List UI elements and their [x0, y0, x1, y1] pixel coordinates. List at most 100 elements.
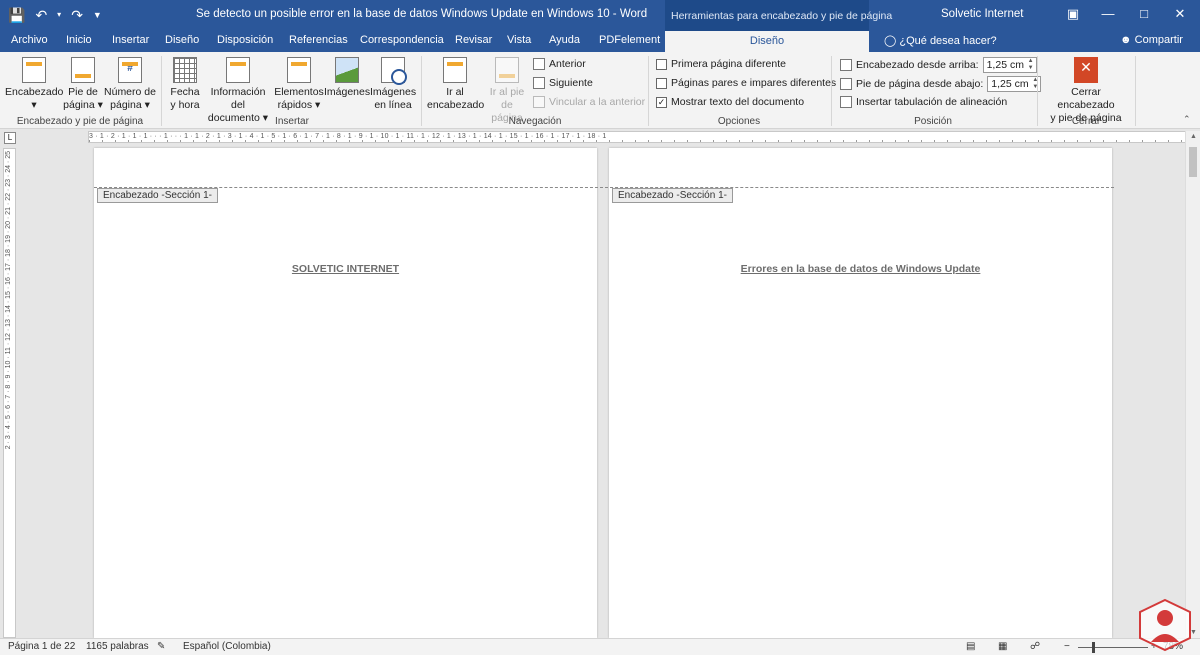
scroll-thumb[interactable] — [1189, 147, 1197, 177]
tab-selector[interactable]: L — [4, 132, 16, 144]
go-to-header-button[interactable]: Ir al encabezado — [427, 57, 484, 112]
save-icon[interactable]: 💾 — [8, 6, 25, 24]
lightbulb-icon: ◯ — [884, 35, 897, 47]
quick-access-toolbar: 💾 ↶ ▾ ↷ ▼ — [8, 6, 102, 24]
page-2[interactable] — [609, 148, 1112, 638]
group-label-position: Posición — [914, 116, 952, 127]
different-odd-even-checkbox[interactable]: Páginas pares e impares diferentes — [656, 77, 836, 89]
tab-vista[interactable]: Vista — [507, 34, 531, 46]
group-label-navigation: Navegación — [508, 116, 562, 127]
horizontal-ruler[interactable]: 3 · 1 · 2 · 1 · 1 · 1 · · · 1 · · · 1 · … — [88, 131, 1188, 143]
tell-me-label: ¿Qué desea hacer? — [899, 35, 997, 47]
link-icon — [533, 96, 545, 108]
quick-parts-button[interactable]: Elementos rápidos ▾ — [274, 57, 324, 112]
group-label-insert: Insertar — [275, 116, 309, 127]
scroll-up-icon[interactable]: ▲ — [1186, 133, 1200, 140]
tab-diseno-contextual[interactable]: Diseño — [665, 31, 869, 52]
page-count[interactable]: Página 1 de 22 — [8, 641, 75, 652]
read-mode-icon[interactable]: ▤ — [966, 641, 975, 652]
tab-archivo[interactable]: Archivo — [11, 34, 48, 46]
tab-ayuda[interactable]: Ayuda — [549, 34, 580, 46]
header-boundary-line — [94, 187, 1114, 188]
user-name[interactable]: Solvetic Internet — [941, 8, 1023, 20]
language[interactable]: Español (Colombia) — [183, 641, 271, 652]
group-separator — [831, 56, 832, 126]
page-number-icon: # — [118, 57, 142, 83]
close-window-icon[interactable]: ✕ — [1162, 4, 1198, 24]
redo-icon[interactable]: ↷ — [71, 6, 83, 24]
undo-icon[interactable]: ↶ — [35, 6, 47, 24]
print-layout-icon[interactable]: ▦ — [998, 641, 1007, 652]
footer-from-bottom-input[interactable]: 1,25 cm ▲ ▼ — [987, 76, 1042, 92]
web-layout-icon[interactable]: ☍ — [1030, 641, 1040, 652]
maximize-icon[interactable]: □ — [1126, 4, 1162, 24]
header-from-top-input[interactable]: 1,25 cm ▲ ▼ — [982, 57, 1037, 73]
collapse-ribbon-icon[interactable]: ⌃ — [1183, 114, 1191, 125]
picture-icon — [335, 57, 359, 83]
vertical-ruler[interactable]: 2 · 3 · 4 · 5 · 6 · 7 · 8 · 9 · 10 · 11 … — [3, 148, 16, 638]
zoom-slider-thumb[interactable] — [1092, 642, 1095, 653]
vertical-scrollbar[interactable]: ▲ ▼ — [1185, 131, 1200, 638]
tab-pdfelement[interactable]: PDFelement — [599, 34, 660, 46]
header-from-top-row: Encabezado desde arriba: 1,25 cm ▲ ▼ — [840, 57, 1037, 73]
group-label-close: Cerrar — [1071, 116, 1101, 127]
previous-button[interactable]: Anterior — [533, 58, 586, 70]
word-count[interactable]: 1165 palabras — [86, 641, 149, 652]
tab-revisar[interactable]: Revisar — [455, 34, 492, 46]
header-button[interactable]: Encabezado ▾ — [5, 57, 63, 112]
checkbox-unchecked[interactable] — [656, 58, 667, 70]
zoom-out-icon[interactable]: − — [1064, 641, 1070, 652]
insert-alignment-tab-button[interactable]: Insertar tabulación de alineación — [840, 96, 1007, 108]
date-time-button[interactable]: Fecha y hora — [166, 57, 204, 112]
spinner-arrows-icon[interactable]: ▲ ▼ — [1028, 58, 1034, 72]
tab-correspondencia[interactable]: Correspondencia — [360, 34, 444, 46]
watermark-logo — [1139, 598, 1191, 652]
tab-disposicion[interactable]: Disposición — [217, 34, 273, 46]
document-info-icon — [226, 57, 250, 83]
tell-me-search[interactable]: ◯ ¿Qué desea hacer? — [884, 34, 997, 47]
quick-parts-icon — [287, 57, 311, 83]
person-icon: ☻ — [1120, 34, 1132, 46]
link-to-previous-button[interactable]: Vincular a la anterior — [533, 96, 645, 108]
go-to-header-icon — [443, 57, 467, 83]
context-tools-title: Herramientas para encabezado y pie de pá… — [671, 10, 893, 22]
customize-qat-icon[interactable]: ▼ — [93, 6, 102, 24]
online-pictures-button[interactable]: Imágenes en línea — [370, 57, 416, 112]
header-text[interactable]: SOLVETIC INTERNET — [94, 263, 597, 275]
header-icon — [22, 57, 46, 83]
checkbox-unchecked[interactable] — [656, 77, 667, 89]
page-1[interactable] — [94, 148, 597, 638]
tab-inicio[interactable]: Inicio — [66, 34, 92, 46]
alignment-tab-icon — [840, 96, 852, 108]
ribbon-display-options-icon[interactable]: ▣ — [1055, 4, 1091, 24]
document-info-button[interactable]: Información del documento ▾ — [203, 57, 273, 125]
tab-insertar[interactable]: Insertar — [112, 34, 149, 46]
header-section-tag: Encabezado -Sección 1- — [97, 188, 218, 203]
checkbox-checked[interactable]: ✓ — [656, 96, 667, 108]
pictures-button[interactable]: Imágenes — [324, 57, 370, 99]
show-document-text-checkbox[interactable]: ✓ Mostrar texto del documento — [656, 96, 804, 108]
group-separator — [161, 56, 162, 126]
go-to-footer-button[interactable]: Ir al pie de página — [484, 57, 530, 125]
minimize-icon[interactable]: — — [1090, 4, 1126, 24]
different-first-page-checkbox[interactable]: Primera página diferente — [656, 58, 786, 70]
ribbon: Encabezado ▾ Pie de página ▾ # Número de… — [0, 52, 1200, 129]
close-header-footer-button[interactable]: ✕ Cerrar encabezado y pie de página — [1043, 57, 1129, 125]
tab-diseno[interactable]: Diseño — [165, 34, 199, 46]
ruler-numbers: 3 · 1 · 2 · 1 · 1 · 1 · · · 1 · · · 1 · … — [89, 133, 607, 140]
calendar-clock-icon — [173, 57, 197, 83]
proofing-icon[interactable]: ✎ — [157, 641, 165, 652]
header-text[interactable]: Errores en la base de datos de Windows U… — [609, 263, 1112, 275]
vertical-ruler-numbers: 2 · 3 · 4 · 5 · 6 · 7 · 8 · 9 · 10 · 11 … — [5, 151, 12, 450]
page-number-button[interactable]: # Número de página ▾ — [103, 57, 157, 112]
group-label-options: Opciones — [717, 116, 761, 127]
status-bar: Página 1 de 22 1165 palabras ✎ Español (… — [0, 638, 1200, 655]
share-button[interactable]: ☻ Compartir — [1120, 34, 1183, 46]
group-separator — [1037, 56, 1038, 126]
footer-button[interactable]: Pie de página ▾ — [63, 57, 103, 112]
group-separator — [1135, 56, 1136, 126]
chevron-down-icon[interactable]: ▾ — [57, 6, 61, 24]
tab-referencias[interactable]: Referencias — [289, 34, 348, 46]
document-title: Se detecto un posible error en la base d… — [196, 8, 648, 20]
next-button[interactable]: Siguiente — [533, 77, 593, 89]
